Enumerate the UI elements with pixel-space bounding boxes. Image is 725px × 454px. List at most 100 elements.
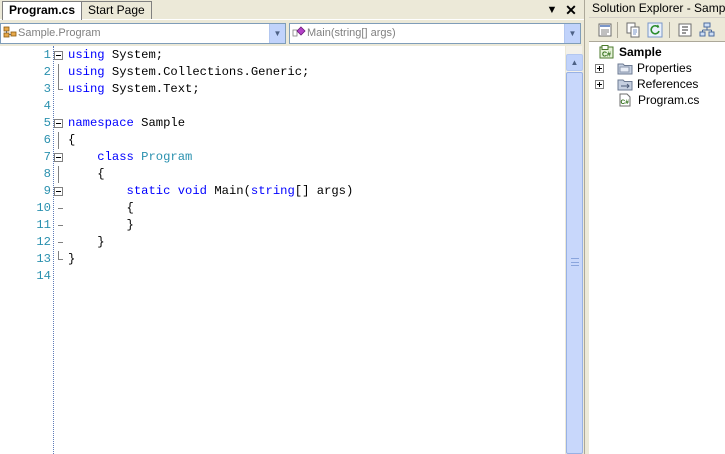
chevron-down-icon[interactable]: ▼: [564, 24, 580, 43]
collapse-minus-icon[interactable]: [54, 187, 63, 196]
outline-tick: [58, 208, 63, 209]
code-token: {: [68, 201, 134, 215]
code-line[interactable]: 12 }: [0, 234, 565, 251]
scrollbar-grip-icon: [571, 258, 579, 266]
properties-icon[interactable]: [597, 22, 613, 38]
tab-start-page[interactable]: Start Page: [81, 1, 152, 19]
svg-text:C#: C#: [621, 99, 630, 106]
expand-plus-icon[interactable]: [595, 80, 604, 89]
scroll-up-icon[interactable]: ▲: [566, 54, 583, 71]
code-line[interactable]: 8 {: [0, 166, 565, 183]
code-line[interactable]: 1 using System;: [0, 47, 565, 64]
line-number: 10: [36, 201, 51, 215]
show-all-files-icon[interactable]: [625, 22, 641, 38]
code-token: }: [68, 218, 134, 232]
code-line[interactable]: 13}: [0, 251, 565, 268]
solution-explorer-title: Solution Explorer - Sample: [589, 0, 725, 18]
line-number: 4: [43, 99, 51, 113]
members-dropdown-value: Main(string[] args): [307, 27, 396, 39]
line-number: 14: [36, 269, 51, 283]
code-text: }: [68, 234, 105, 251]
line-number: 9: [43, 184, 51, 198]
code-line[interactable]: 6{: [0, 132, 565, 149]
csharp-project-icon: C#: [599, 45, 614, 59]
close-document-icon[interactable]: ✕: [563, 2, 579, 18]
tree-label-program-cs: Program.cs: [638, 93, 700, 107]
code-line[interactable]: 9 static void Main(string[] args): [0, 183, 565, 200]
members-dropdown[interactable]: Main(string[] args) ▼: [289, 23, 581, 44]
keyword-token: using: [68, 65, 105, 79]
tree-node-references[interactable]: References: [595, 76, 719, 92]
types-dropdown-value: Sample.Program: [18, 27, 101, 39]
keyword-token: static: [126, 184, 171, 198]
refresh-icon[interactable]: [647, 22, 663, 38]
folder-icon: [617, 63, 633, 75]
tab-program-cs[interactable]: Program.cs: [2, 1, 83, 20]
code-text: }: [68, 251, 75, 268]
keyword-token: using: [68, 82, 105, 96]
code-text: using System;: [68, 47, 163, 64]
outline-tick: [58, 225, 63, 226]
code-line[interactable]: 10 {: [0, 200, 565, 217]
code-line[interactable]: 14: [0, 268, 565, 285]
line-number: 3: [43, 82, 51, 96]
code-line[interactable]: 11 }: [0, 217, 565, 234]
code-token: [] args): [294, 184, 354, 198]
code-line[interactable]: 7 class Program: [0, 149, 565, 166]
code-token: Sample: [133, 116, 186, 130]
code-token: Main(: [207, 184, 251, 198]
active-files-dropdown-icon[interactable]: ▼: [544, 2, 560, 18]
collapse-minus-icon[interactable]: [54, 153, 63, 162]
code-token: }: [68, 252, 76, 266]
line-number: 7: [43, 150, 51, 164]
line-number: 1: [43, 48, 51, 62]
collapse-minus-icon[interactable]: [54, 51, 63, 60]
type-token: Program: [141, 150, 193, 164]
code-token: System;: [104, 48, 164, 62]
line-number: 13: [36, 252, 51, 266]
code-token: {: [68, 133, 76, 147]
outline-tick: [58, 242, 63, 243]
keyword-token: void: [177, 184, 207, 198]
code-line[interactable]: 4: [0, 98, 565, 115]
tree-node-project[interactable]: C# Sample: [599, 44, 719, 60]
tree-node-properties[interactable]: Properties: [595, 60, 719, 76]
tree-node-program-cs[interactable]: C# Program.cs: [617, 92, 721, 108]
code-token: System.Text;: [104, 82, 200, 96]
code-token: {: [68, 167, 105, 181]
code-editor-pane: Program.cs Start Page ▼ ✕ Sample.Program…: [0, 0, 584, 454]
code-text-area[interactable]: 1 using System; 2 using System.Collections.…: [0, 46, 565, 454]
code-line[interactable]: 5 namespace Sample: [0, 115, 565, 132]
view-code-icon[interactable]: [677, 22, 693, 38]
outline-guide: [58, 64, 59, 81]
outline-guide: [58, 132, 59, 149]
expand-plus-icon[interactable]: [595, 64, 604, 73]
code-token: }: [68, 235, 105, 249]
solution-explorer-panel: Solution Explorer - Sample C# Sample Pro…: [589, 0, 725, 454]
code-line[interactable]: 3 using System.Text;: [0, 81, 565, 98]
document-tab-strip: Program.cs Start Page ▼ ✕: [0, 0, 584, 20]
code-text: class Program: [68, 149, 192, 166]
vertical-scrollbar[interactable]: ▲: [565, 46, 583, 454]
toolbar-separator: [617, 22, 618, 38]
class-diagram-icon[interactable]: [699, 22, 715, 38]
line-number: 8: [43, 167, 51, 181]
tree-label-references: References: [637, 77, 699, 91]
line-number: 2: [43, 65, 51, 79]
scrollbar-thumb[interactable]: [566, 72, 583, 454]
line-number: 11: [36, 218, 51, 232]
collapse-minus-icon[interactable]: [54, 119, 63, 128]
chevron-down-icon[interactable]: ▼: [269, 24, 285, 43]
class-icon: [3, 26, 17, 38]
solution-explorer-toolbar: [589, 18, 725, 42]
code-text: }: [68, 217, 134, 234]
line-number: 6: [43, 133, 51, 147]
code-line[interactable]: 2 using System.Collections.Generic;: [0, 64, 565, 81]
code-text: using System.Text;: [68, 81, 200, 98]
tree-label-project: Sample: [619, 45, 662, 59]
types-dropdown[interactable]: Sample.Program ▼: [0, 23, 286, 44]
outline-guide: [58, 166, 59, 183]
